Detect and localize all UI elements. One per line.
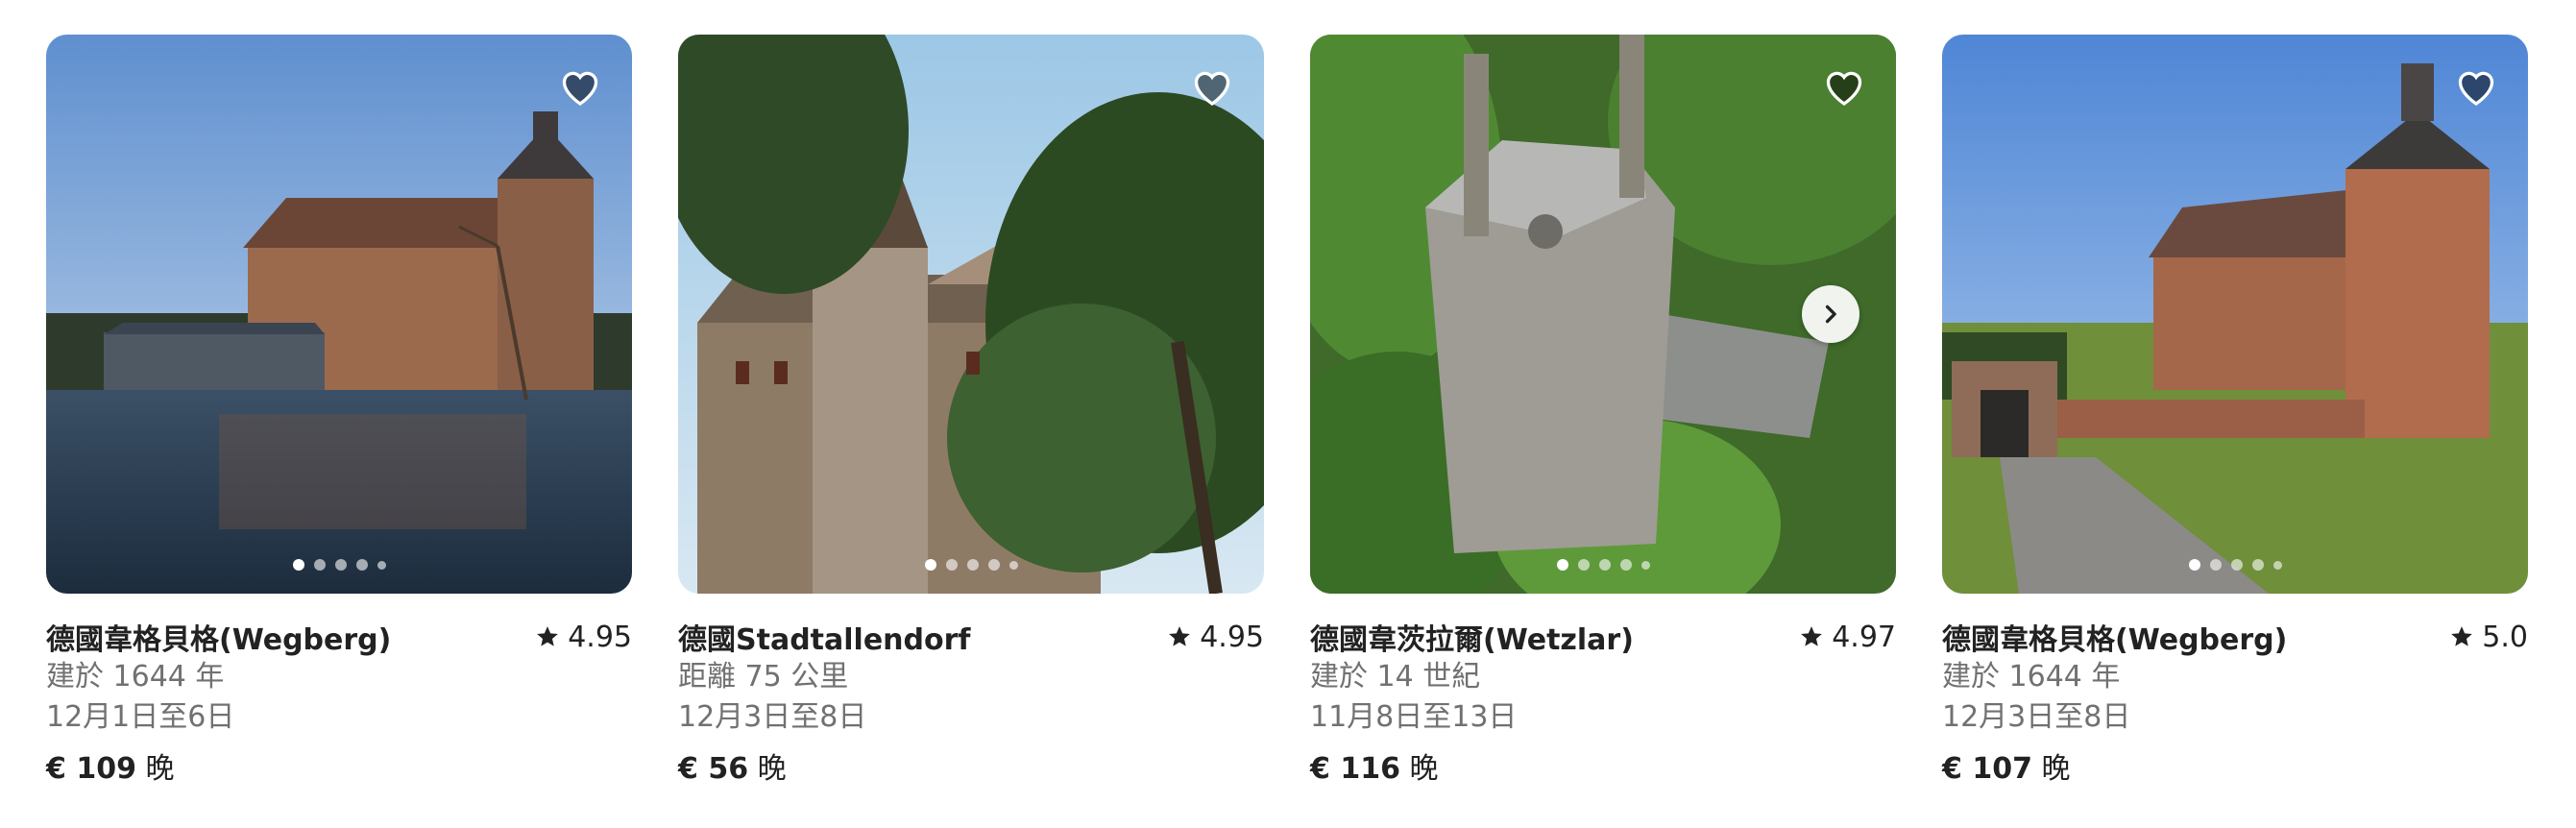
listing-title: 德國韋格貝格(Wegberg) bbox=[46, 623, 392, 657]
pagination-dot bbox=[1640, 560, 1650, 570]
rating: 4.95 bbox=[1167, 621, 1264, 654]
heart-icon bbox=[1826, 71, 1862, 106]
photo-pagination bbox=[1942, 559, 2528, 571]
pagination-dot bbox=[2230, 559, 2243, 571]
listing-price: € 56 晚 bbox=[678, 749, 1264, 790]
photo-pagination bbox=[678, 559, 1264, 571]
favorite-button[interactable] bbox=[2453, 63, 2499, 110]
pagination-dot bbox=[1577, 559, 1590, 571]
price-unit: 晚 bbox=[757, 752, 787, 786]
heart-icon bbox=[2458, 71, 2494, 106]
listing-dates: 12月1日至6日 bbox=[46, 700, 235, 734]
price-amount: € 116 bbox=[1310, 752, 1400, 786]
photo-pagination bbox=[46, 559, 632, 571]
pagination-dot bbox=[2209, 559, 2222, 571]
price-amount: € 107 bbox=[1942, 752, 2032, 786]
listing-detail: 建於 1644 年 bbox=[1942, 660, 2121, 694]
castle-photo bbox=[46, 35, 632, 594]
star-icon bbox=[1169, 626, 1191, 646]
listing-detail: 建於 1644 年 bbox=[46, 660, 225, 694]
pagination-dot bbox=[2251, 559, 2264, 571]
listing-title: 德國韋茨拉爾(Wetzlar) bbox=[1310, 623, 1634, 657]
next-photo-button[interactable] bbox=[1802, 285, 1859, 343]
listing-photo[interactable] bbox=[1942, 35, 2528, 594]
pagination-dot bbox=[945, 559, 958, 571]
pagination-dot bbox=[334, 559, 347, 571]
rating-value: 4.95 bbox=[568, 620, 632, 654]
favorite-button[interactable] bbox=[1821, 63, 1867, 110]
pagination-dot bbox=[1009, 560, 1018, 570]
price-unit: 晚 bbox=[1409, 752, 1439, 786]
listing-card[interactable]: 德國韋格貝格(Wegberg) 5.0 建於 1644 年 12月3日至8日 €… bbox=[1942, 35, 2528, 790]
pagination-dot bbox=[313, 559, 326, 571]
listing-price: € 107 晚 bbox=[1942, 749, 2528, 790]
rating: 4.95 bbox=[535, 621, 632, 654]
listing-card[interactable]: 德國韋格貝格(Wegberg) 4.95 建於 1644 年 12月1日至6日 … bbox=[46, 35, 632, 790]
star-icon bbox=[537, 626, 559, 646]
castle-photo bbox=[678, 35, 1264, 594]
rating-value: 5.0 bbox=[2482, 620, 2528, 654]
pagination-dot bbox=[1556, 559, 1568, 571]
pagination-dot bbox=[1598, 559, 1611, 571]
listing-dates: 12月3日至8日 bbox=[1942, 700, 2131, 734]
pagination-dot bbox=[355, 559, 368, 571]
star-icon bbox=[1801, 626, 1823, 646]
chevron-right-icon bbox=[1825, 304, 1836, 324]
listing-dates: 12月3日至8日 bbox=[678, 700, 867, 734]
price-unit: 晚 bbox=[2041, 752, 2071, 786]
listing-photo[interactable] bbox=[46, 35, 632, 594]
pagination-dot bbox=[924, 559, 936, 571]
rating-value: 4.95 bbox=[1200, 620, 1264, 654]
pagination-dot bbox=[292, 559, 304, 571]
favorite-button[interactable] bbox=[1189, 63, 1235, 110]
listing-detail: 建於 14 世紀 bbox=[1310, 660, 1481, 694]
rating: 5.0 bbox=[2449, 621, 2528, 654]
heart-icon bbox=[1194, 71, 1230, 106]
price-unit: 晚 bbox=[145, 752, 175, 786]
pagination-dot bbox=[377, 560, 386, 570]
listing-title: 德國Stadtallendorf bbox=[678, 623, 971, 657]
listing-dates: 11月8日至13日 bbox=[1310, 700, 1518, 734]
price-amount: € 56 bbox=[678, 752, 749, 786]
listing-price: € 116 晚 bbox=[1310, 749, 1896, 790]
listing-card[interactable]: 德國Stadtallendorf 4.95 距離 75 公里 12月3日至8日 … bbox=[678, 35, 1264, 790]
pagination-dot bbox=[987, 559, 1000, 571]
pagination-dot bbox=[2188, 559, 2200, 571]
pagination-dot bbox=[1619, 559, 1632, 571]
pagination-dot bbox=[2272, 560, 2282, 570]
rating-value: 4.97 bbox=[1832, 620, 1896, 654]
listing-title: 德國韋格貝格(Wegberg) bbox=[1942, 623, 2288, 657]
price-amount: € 109 bbox=[46, 752, 136, 786]
listings-grid: 德國韋格貝格(Wegberg) 4.95 建於 1644 年 12月1日至6日 … bbox=[46, 35, 2528, 790]
listing-photo[interactable] bbox=[1310, 35, 1896, 594]
listing-card[interactable]: 德國韋茨拉爾(Wetzlar) 4.97 建於 14 世紀 11月8日至13日 … bbox=[1310, 35, 1896, 790]
heart-icon bbox=[562, 71, 598, 106]
pagination-dot bbox=[966, 559, 979, 571]
listing-price: € 109 晚 bbox=[46, 749, 632, 790]
favorite-button[interactable] bbox=[557, 63, 603, 110]
manor-photo bbox=[1942, 35, 2528, 594]
star-icon bbox=[2451, 626, 2473, 646]
photo-pagination bbox=[1310, 559, 1896, 571]
listing-detail: 距離 75 公里 bbox=[678, 660, 849, 694]
listing-photo[interactable] bbox=[678, 35, 1264, 594]
rating: 4.97 bbox=[1799, 621, 1896, 654]
